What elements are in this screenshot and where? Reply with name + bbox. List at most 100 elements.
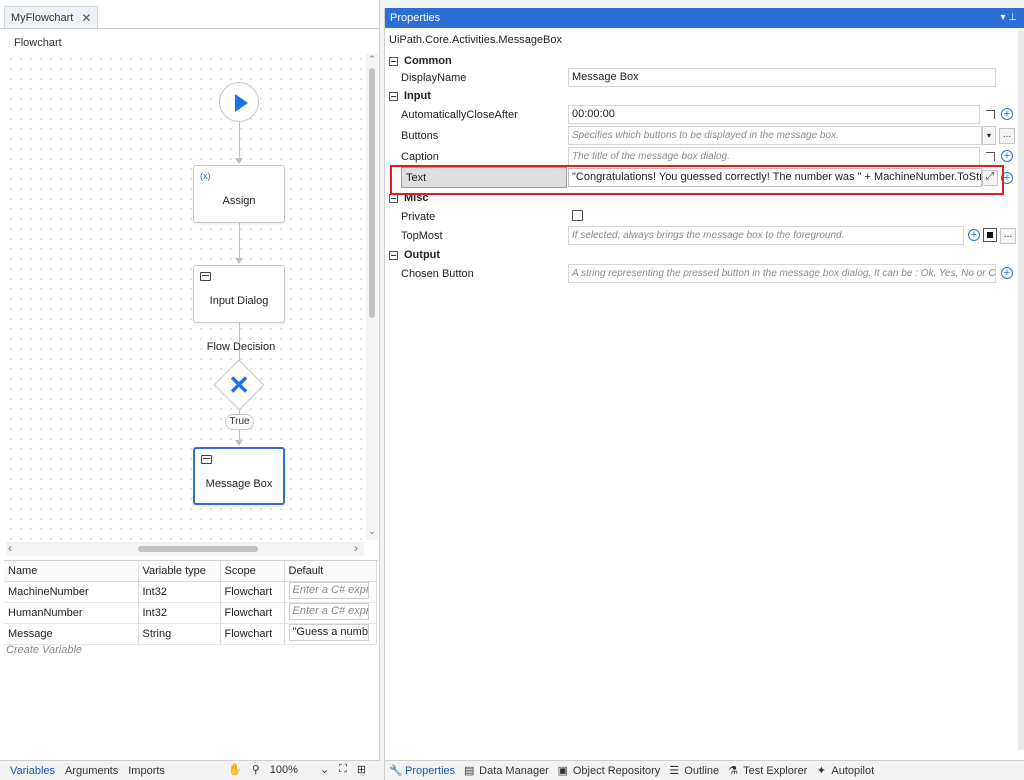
chevron-down-icon[interactable]: ⌄ <box>320 763 329 776</box>
tab-arguments[interactable]: Arguments <box>65 765 118 777</box>
column-header[interactable]: Name <box>4 561 139 582</box>
decision-x-icon: ✕ <box>228 370 250 400</box>
property-row-chosen-button[interactable]: Chosen Button A string representing the … <box>397 264 1015 285</box>
add-icon[interactable]: + <box>1001 267 1013 279</box>
variable-scope[interactable]: Flowchart <box>220 581 285 603</box>
property-name: DisplayName <box>401 72 467 84</box>
tab-imports[interactable]: Imports <box>128 765 165 777</box>
scroll-right-icon[interactable]: › <box>354 541 358 555</box>
activity-label: Input Dialog <box>209 295 269 307</box>
buttons-field[interactable]: Specifies which buttons to be displayed … <box>568 126 982 145</box>
table-row[interactable]: HumanNumber Int32 Flowchart Enter a C# e… <box>4 602 377 624</box>
zoom-tools: ✋ ⚲ 100% ⌄ ⛶ ⊞ <box>228 763 366 776</box>
chosen-button-field[interactable]: A string representing the pressed button… <box>568 264 996 283</box>
tab-properties[interactable]: 🔧 Properties <box>389 764 455 778</box>
variable-default[interactable]: Enter a C# express <box>284 602 377 624</box>
variable-type[interactable]: Int32 <box>138 581 221 603</box>
variable-scope[interactable]: Flowchart <box>220 602 285 624</box>
property-row-auto-close[interactable]: AutomaticallyCloseAfter 00:00:00 + <box>397 105 1015 126</box>
chevron-down-icon[interactable]: ▾ <box>982 126 996 145</box>
variable-name[interactable]: HumanNumber <box>4 602 139 624</box>
private-checkbox[interactable] <box>572 210 583 221</box>
table-row[interactable]: MachineNumber Int32 Flowchart Enter a C#… <box>4 581 377 603</box>
default-input[interactable]: Enter a C# express <box>288 581 369 599</box>
tab-label: Object Repository <box>572 764 661 777</box>
tab-label: Autopilot <box>831 764 875 777</box>
column-header[interactable]: Scope <box>220 561 285 582</box>
tab-test-explorer[interactable]: ⚗ Test Explorer <box>727 764 807 778</box>
variable-scope[interactable]: Flowchart <box>220 623 285 645</box>
panel-controls[interactable]: ▾ ⊥ <box>1000 8 1017 28</box>
expand-editor-icon[interactable] <box>986 152 995 161</box>
tab-label: Outline <box>684 764 720 777</box>
auto-close-field[interactable]: 00:00:00 <box>568 105 980 124</box>
ellipsis-button[interactable]: ... <box>1000 228 1016 244</box>
start-node[interactable] <box>219 82 259 122</box>
database-icon: ▤ <box>463 765 475 777</box>
checkbox-toggle-icon[interactable] <box>983 228 997 242</box>
default-input[interactable]: Enter a C# express <box>288 602 369 620</box>
add-icon[interactable]: + <box>1001 150 1013 162</box>
property-name: Chosen Button <box>401 268 474 280</box>
close-icon[interactable]: ✕ <box>81 11 91 25</box>
variable-default[interactable]: Enter a C# express <box>284 581 377 603</box>
variable-type[interactable]: Int32 <box>138 602 221 624</box>
scroll-up-icon[interactable]: ⌃ <box>367 54 377 65</box>
collapse-icon[interactable] <box>389 250 398 260</box>
scroll-thumb[interactable] <box>138 546 258 552</box>
topmost-field[interactable]: If selected, always brings the message b… <box>568 226 964 245</box>
overview-icon[interactable]: ⊞ <box>357 763 366 776</box>
category-input[interactable]: Input <box>385 88 1005 104</box>
vertical-scrollbar[interactable]: ⌃ ⌄ <box>366 54 378 540</box>
variables-panel: Name Variable type Scope Default Machine… <box>4 560 378 760</box>
variable-default[interactable]: "Guess a number f <box>284 623 377 645</box>
property-row-buttons[interactable]: Buttons Specifies which buttons to be di… <box>397 126 1015 147</box>
pan-icon[interactable]: ✋ <box>228 763 242 776</box>
displayname-field[interactable]: Message Box <box>568 68 996 87</box>
input-dialog-activity[interactable]: Input Dialog <box>193 265 285 323</box>
category-output[interactable]: Output <box>385 247 1005 263</box>
scroll-down-icon[interactable]: ⌄ <box>367 526 377 537</box>
flask-icon: ⚗ <box>728 765 739 777</box>
document-tab[interactable]: MyFlowchart ✕ <box>4 6 99 28</box>
scroll-left-icon[interactable]: ‹ <box>8 541 12 555</box>
collapse-icon[interactable] <box>389 91 398 101</box>
expand-editor-icon[interactable] <box>986 110 995 119</box>
property-row-topmost[interactable]: TopMost If selected, always brings the m… <box>397 226 1016 247</box>
tab-variables[interactable]: Variables <box>10 765 55 777</box>
property-name: Caption <box>401 151 439 163</box>
search-icon[interactable]: ⚲ <box>252 763 260 776</box>
caption-field[interactable]: The title of the message box dialog. <box>568 147 980 166</box>
text-property-highlight <box>390 165 1004 195</box>
property-row-private[interactable]: Private <box>397 207 1015 228</box>
zoom-level[interactable]: 100% <box>270 764 298 776</box>
tab-data-manager[interactable]: ▤ Data Manager <box>463 764 549 778</box>
message-box-activity[interactable]: Message Box <box>193 447 285 505</box>
fit-to-screen-icon[interactable]: ⛶ <box>339 763 347 776</box>
category-common[interactable]: Common <box>385 53 1005 69</box>
true-branch-label[interactable]: True <box>225 414 254 430</box>
tab-object-repository[interactable]: ▣ Object Repository <box>557 764 661 778</box>
breadcrumb[interactable]: Flowchart <box>14 37 62 49</box>
flowchart-canvas[interactable] <box>6 54 364 540</box>
horizontal-scrollbar[interactable]: ‹ › <box>6 541 364 556</box>
tab-autopilot[interactable]: ✦ Autopilot <box>815 764 875 778</box>
collapse-icon[interactable] <box>389 56 398 66</box>
table-row[interactable]: Message String Flowchart "Guess a number… <box>4 623 377 645</box>
scroll-thumb[interactable] <box>369 68 375 318</box>
variable-name[interactable]: MachineNumber <box>4 581 139 603</box>
category-label: Output <box>404 249 441 261</box>
variable-type[interactable]: String <box>138 623 221 645</box>
tab-label: Data Manager <box>479 764 549 777</box>
property-row-displayname[interactable]: DisplayName Message Box <box>397 68 1015 89</box>
variable-name[interactable]: Message <box>4 623 139 645</box>
tab-outline[interactable]: ☰ Outline <box>668 764 720 778</box>
add-icon[interactable]: + <box>1001 108 1013 120</box>
ellipsis-button[interactable]: ... <box>999 128 1015 144</box>
create-variable-link[interactable]: Create Variable <box>6 644 82 656</box>
assign-activity[interactable]: (x) Assign <box>193 165 285 223</box>
column-header[interactable]: Default <box>284 561 377 582</box>
add-icon[interactable]: + <box>968 229 980 241</box>
default-input[interactable]: "Guess a number f <box>288 623 369 641</box>
column-header[interactable]: Variable type <box>138 561 221 582</box>
